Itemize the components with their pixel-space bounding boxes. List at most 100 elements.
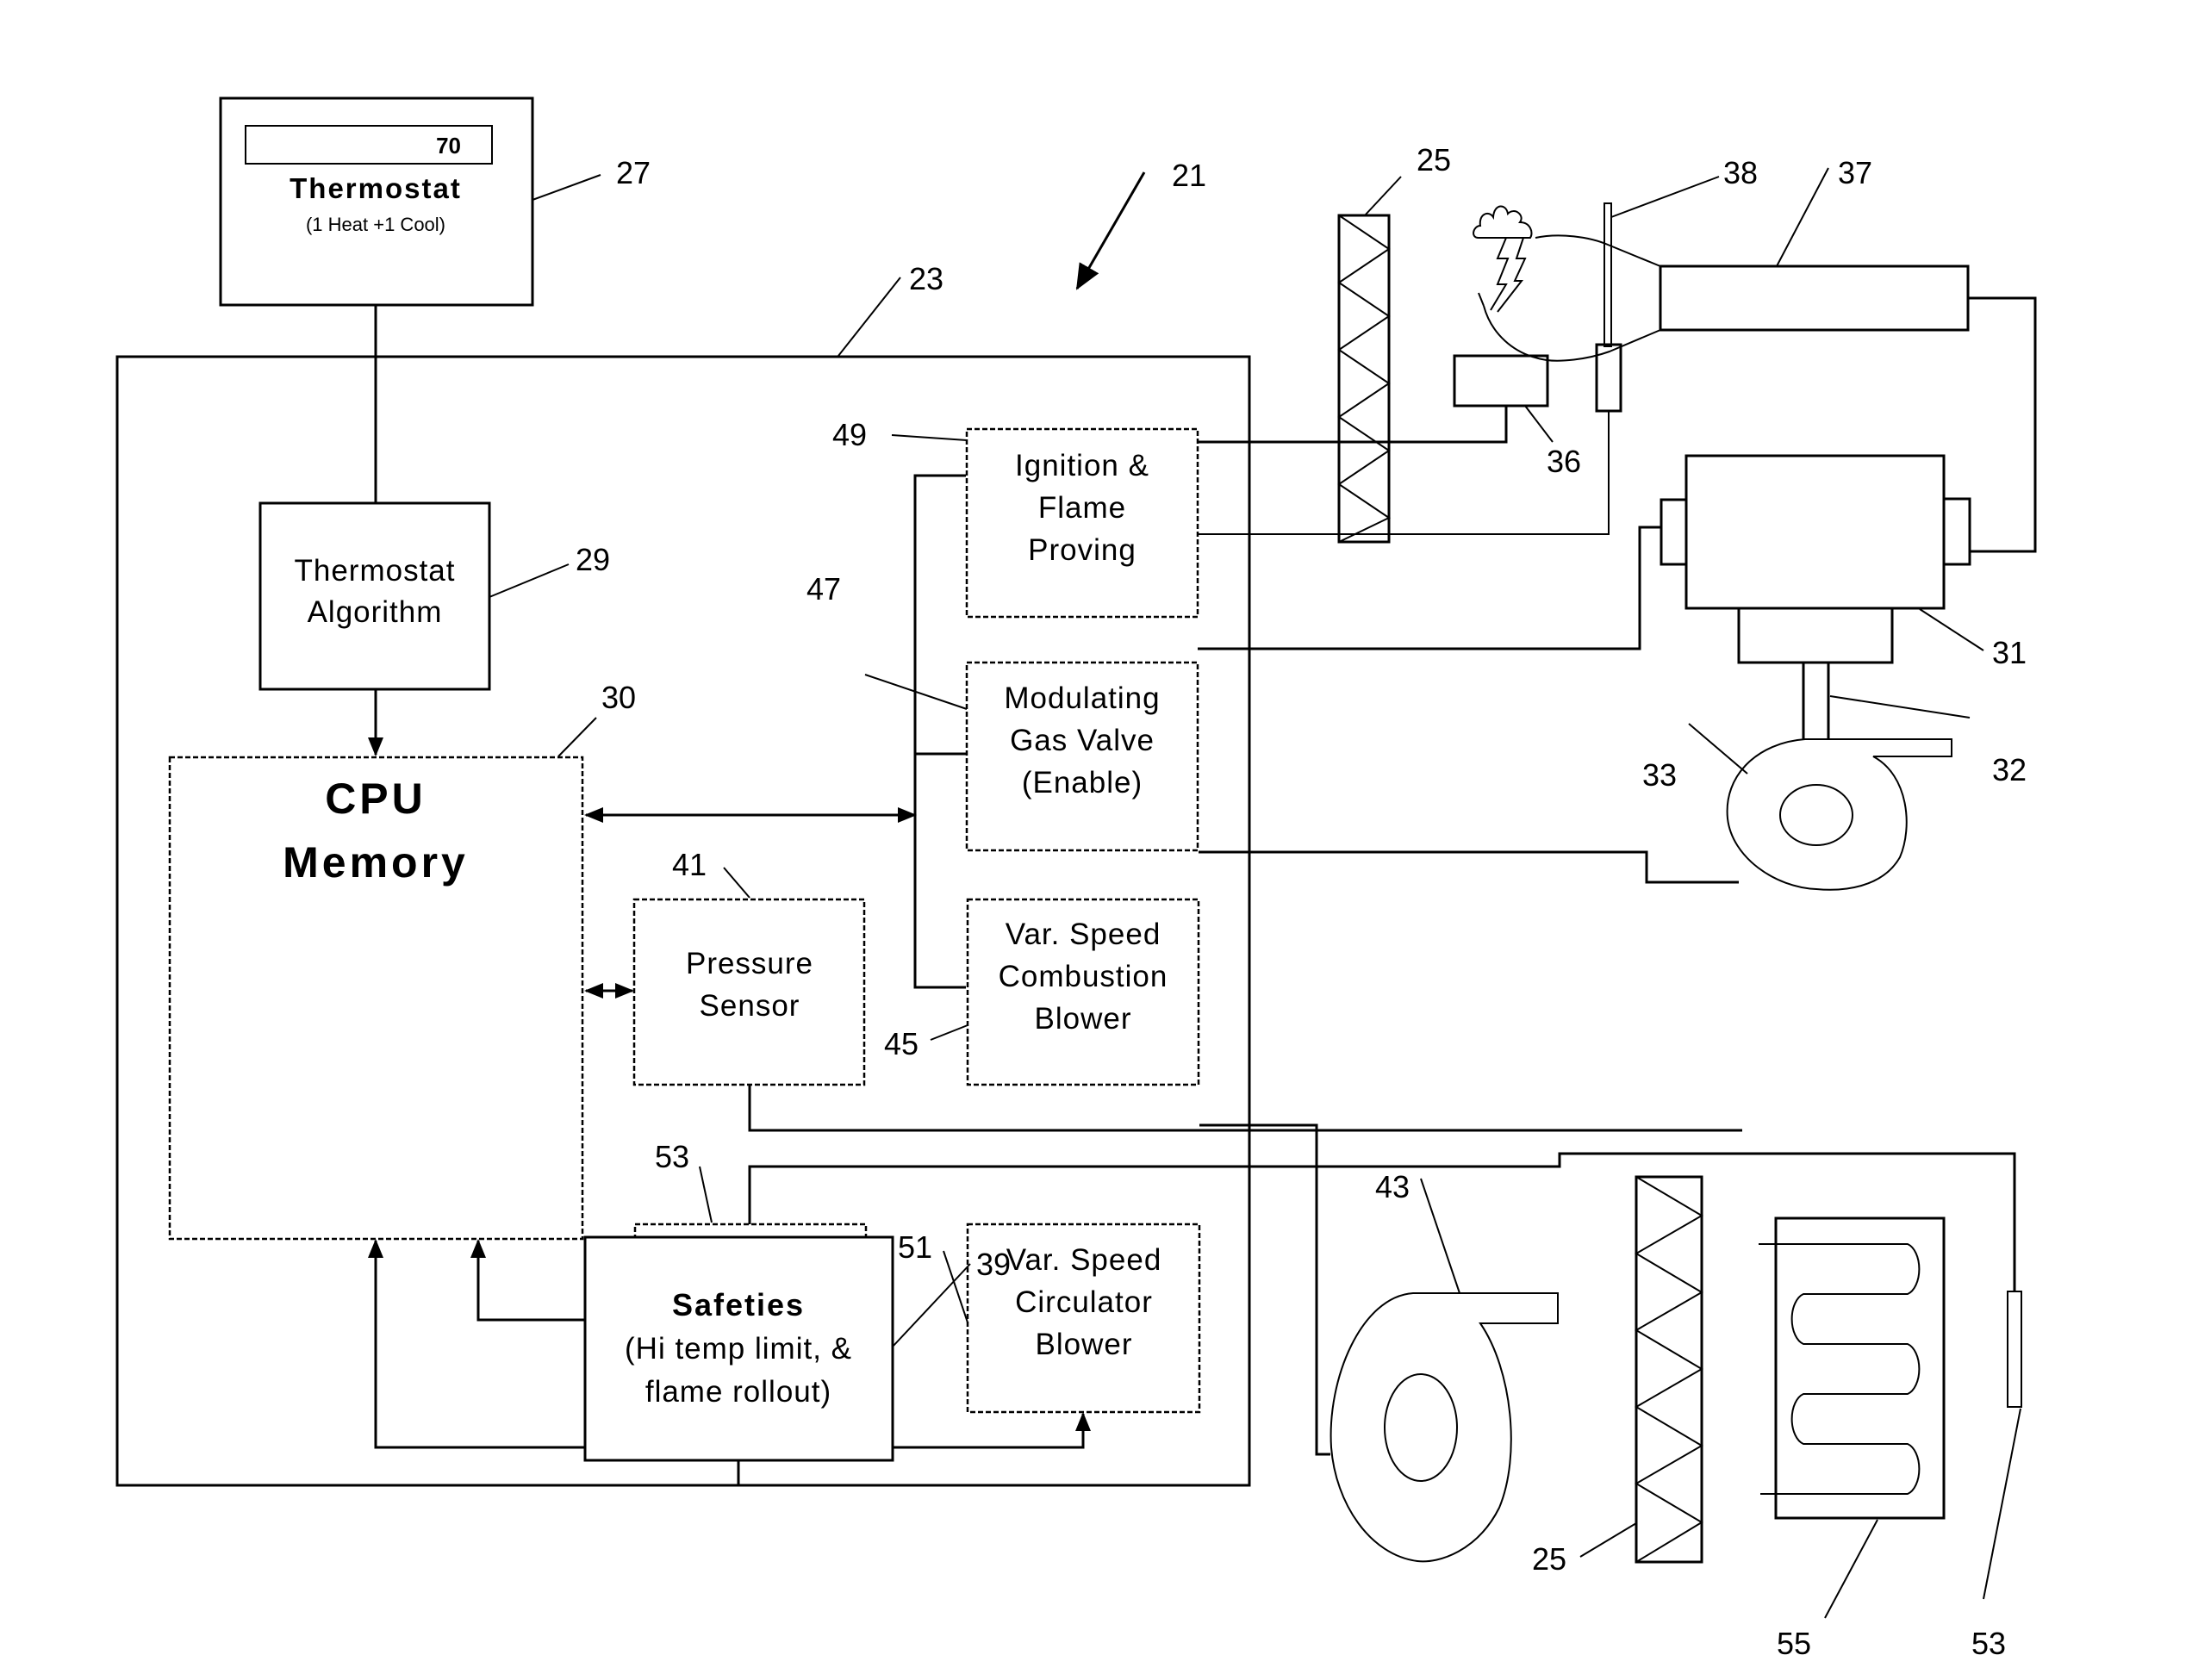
ref-label-53-inner: 53	[655, 1139, 689, 1174]
cloud-icon	[1473, 205, 1533, 239]
furnace-control-diagram: 21 70 Thermostat (1 Heat +1 Cool) 27 23 …	[115, 96, 2037, 1661]
ref-label-53-outer: 53	[1971, 1626, 2006, 1661]
leader-41	[723, 867, 750, 899]
gas-valve-line-2: Gas Valve	[1010, 724, 1155, 757]
ref-label-47: 47	[806, 571, 841, 607]
leader-23	[838, 277, 901, 357]
reference-arrow-21: 21	[1075, 158, 1206, 290]
ref-label-31: 31	[1992, 635, 2027, 670]
ref-label-33: 33	[1642, 757, 1677, 793]
flame-sensor-rod: 38	[1595, 155, 1758, 413]
burner-flame	[1473, 205, 1661, 362]
thermostat-subtitle: (1 Heat +1 Cool)	[306, 214, 445, 235]
circulator-fan-housing	[1330, 1292, 1559, 1563]
pressure-sensor[interactable]: Pressure Sensor 41	[632, 847, 866, 1086]
leader-32	[1829, 695, 1971, 719]
combustion-blower-control[interactable]: Var. Speed Combustion Blower 45	[884, 898, 1200, 1086]
ref-label-23: 23	[909, 261, 943, 296]
ignition-line-3: Proving	[1028, 533, 1136, 567]
combustion-blower-line-2: Combustion	[999, 960, 1168, 993]
thermostat-display-value: 70	[436, 133, 461, 159]
leader-33	[1688, 723, 1748, 775]
inducer-blower-hub	[1779, 784, 1853, 846]
leader-45	[930, 1024, 968, 1041]
thermostat-algorithm[interactable]: Thermostat Algorithm 29	[258, 501, 610, 691]
flame-outline	[1483, 234, 1661, 362]
circulator-blower-line-1: Var. Speed	[1006, 1243, 1162, 1277]
combustion-blower-line-3: Blower	[1035, 1002, 1132, 1036]
filter-bottom: 25	[1532, 1175, 1703, 1577]
ref-label-55: 55	[1777, 1626, 1811, 1661]
ref-label-27: 27	[616, 155, 651, 190]
ref-label-51: 51	[898, 1229, 932, 1265]
combustion-blower-line-1: Var. Speed	[1006, 918, 1161, 951]
leader-49	[891, 434, 968, 441]
safeties-title: Safeties	[672, 1287, 805, 1322]
leader-27	[532, 174, 601, 201]
ignition-line-1: Ignition &	[1015, 449, 1149, 482]
heat-exchanger-body	[1684, 454, 1946, 610]
burner-tube-body	[1659, 264, 1970, 332]
circulator-fan-hub	[1384, 1373, 1458, 1482]
ref-label-25-top: 25	[1417, 142, 1451, 177]
leader-53-inner	[699, 1166, 713, 1223]
leader-53-outer	[1983, 1408, 2021, 1600]
ref-label-37: 37	[1838, 155, 1872, 190]
pressure-sensor-line-1: Pressure	[686, 947, 813, 980]
ref-label-38: 38	[1723, 155, 1758, 190]
ref-label-21: 21	[1172, 158, 1206, 193]
inducer-blower-housing	[1726, 738, 1952, 891]
filter-bottom-pleats	[1635, 1176, 1703, 1563]
coil-serpentine	[1759, 1243, 1921, 1495]
ignition-to-igniter-wire	[1198, 406, 1508, 444]
gas-valve-wire	[1198, 526, 1661, 650]
supply-air-sensor: 53	[1971, 1291, 2022, 1661]
safeties[interactable]: Safeties (Hi temp limit, & flame rollout…	[583, 1235, 1011, 1462]
leader-37	[1776, 167, 1829, 267]
heat-exchanger: 31	[1660, 454, 2027, 670]
ref-label-41: 41	[672, 847, 707, 882]
igniter-box	[1453, 354, 1549, 408]
circulator-fan: 43	[1330, 1169, 1559, 1563]
inducer-blower: 33	[1642, 723, 1952, 891]
ref-label-32: 32	[1992, 752, 2027, 787]
heat-exchanger-left-port	[1660, 498, 1688, 566]
cpu-memory-box[interactable]	[168, 756, 584, 1241]
leader-38	[1610, 176, 1720, 218]
filter-top: 25	[1337, 142, 1451, 544]
safeties-line-2: flame rollout)	[645, 1375, 831, 1409]
ref-label-25-bottom: 25	[1532, 1541, 1566, 1577]
cpu-memory[interactable]: CPU Memory 30	[168, 680, 636, 1241]
ignition-flame-proving[interactable]: Ignition & Flame Proving 49	[832, 417, 1199, 619]
cpu-label: CPU	[325, 775, 427, 823]
leader-36	[1524, 405, 1554, 443]
leader-43	[1420, 1178, 1460, 1294]
circulator-blower-line-3: Blower	[1036, 1328, 1133, 1361]
igniter: 36	[1453, 354, 1581, 479]
thermostat-title: Thermostat	[290, 172, 462, 204]
thermostat[interactable]: 70 Thermostat (1 Heat +1 Cool) 27	[219, 96, 651, 307]
leader-31	[1919, 608, 1984, 651]
leader-30	[557, 717, 597, 757]
heat-exchanger-right-port	[1942, 497, 1971, 566]
ref-label-36: 36	[1547, 444, 1581, 479]
pressure-sensor-tube	[748, 1085, 1742, 1132]
output-bus	[913, 474, 966, 989]
circulator-wire	[1199, 1123, 1330, 1456]
cooling-coil: 55	[1759, 1216, 1946, 1661]
leader-51	[943, 1250, 968, 1323]
circulator-blower-control[interactable]: Var. Speed Circulator Blower 51	[898, 1223, 1201, 1414]
ref-label-49: 49	[832, 417, 867, 452]
ref-label-39: 39	[976, 1247, 1011, 1282]
ref-label-30: 30	[601, 680, 636, 715]
filter-top-pleats	[1337, 215, 1392, 543]
safeties-line-1: (Hi temp limit, &	[625, 1332, 852, 1366]
memory-label: Memory	[283, 838, 469, 887]
thermostat-algorithm-line-1: Thermostat	[295, 554, 456, 588]
leader-25-top	[1364, 176, 1402, 216]
burner-to-exchanger-wire	[1968, 296, 2037, 553]
circulator-blower-line-2: Circulator	[1015, 1285, 1153, 1319]
ignition-line-2: Flame	[1038, 491, 1126, 525]
pressure-sensor-line-2: Sensor	[700, 989, 800, 1023]
spark-icon	[1490, 237, 1510, 311]
